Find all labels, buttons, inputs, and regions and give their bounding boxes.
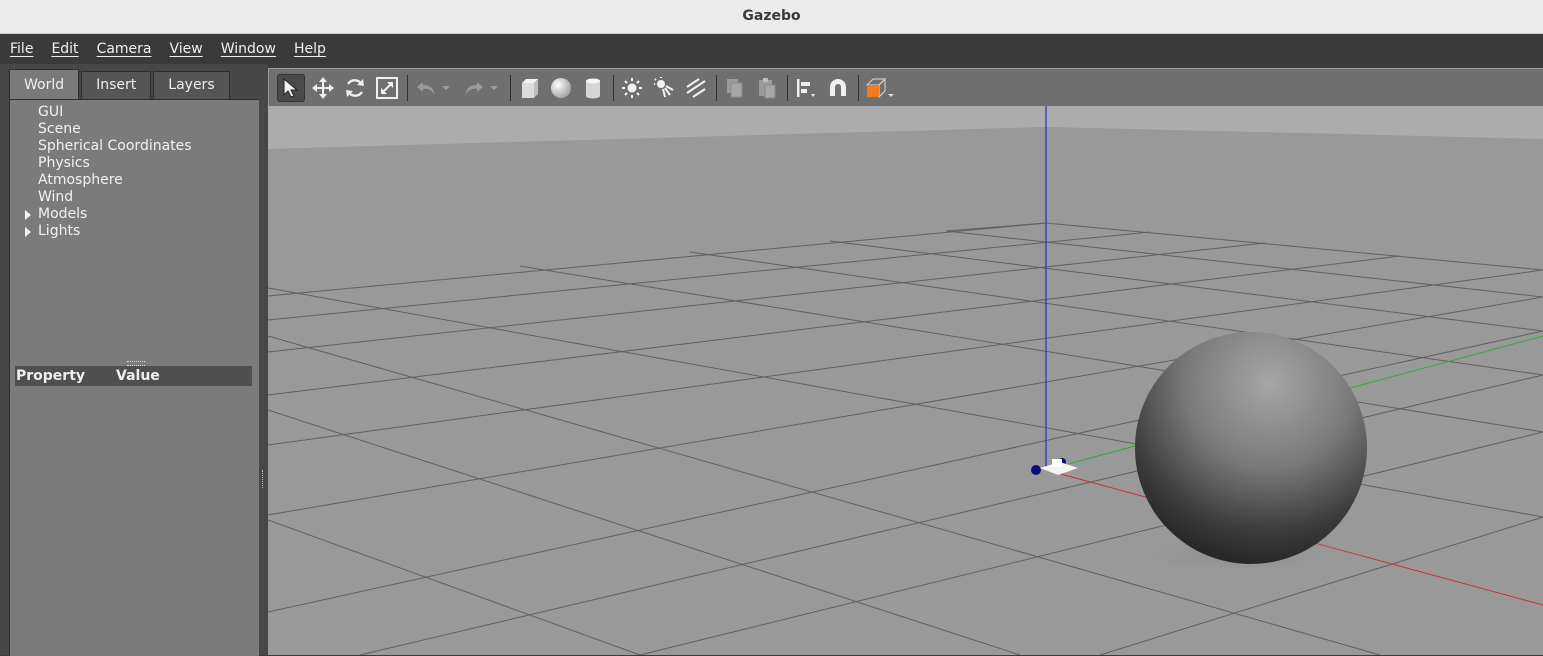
toolbar-separator	[858, 74, 859, 101]
tree-item-models[interactable]: Models	[10, 206, 259, 223]
tab-world[interactable]: World	[9, 69, 80, 100]
sphere-icon	[551, 77, 571, 98]
arrow-pointer-icon	[283, 77, 299, 98]
tree-item-label: Models	[38, 206, 88, 222]
undo-icon	[417, 81, 434, 95]
menu-camera[interactable]: Camera	[87, 36, 160, 62]
tree-item-scene[interactable]: Scene	[10, 121, 259, 138]
point-light-icon	[622, 77, 642, 98]
tree-item-label: Atmosphere	[38, 172, 123, 188]
toolbar-separator	[716, 74, 717, 101]
box-shape-button[interactable]	[515, 74, 543, 102]
point-light-button[interactable]	[618, 74, 646, 102]
tree-item-label: Spherical Coordinates	[38, 138, 192, 154]
toolbar-separator	[613, 74, 614, 101]
tree-item-spherical-coordinates[interactable]: Spherical Coordinates	[10, 138, 259, 155]
undo-history-dropdown[interactable]	[442, 85, 450, 90]
window-title: Gazebo	[742, 8, 801, 24]
toolbar-separator	[787, 74, 788, 101]
directional-light-button[interactable]	[682, 74, 710, 102]
scale-mode-button[interactable]	[373, 74, 401, 102]
menu-file[interactable]: File	[0, 36, 41, 62]
menu-edit[interactable]: Edit	[41, 36, 86, 62]
expand-arrow-icon[interactable]	[25, 227, 31, 237]
translate-mode-button[interactable]	[309, 74, 337, 102]
world-panel: GUI Scene Spherical Coordinates Physics …	[9, 99, 260, 656]
copy-icon	[727, 78, 743, 97]
tree-item-label: GUI	[38, 104, 64, 120]
unit-sphere-model[interactable]	[1135, 332, 1367, 564]
menu-window[interactable]: Window	[211, 36, 284, 62]
tree-item-lights[interactable]: Lights	[10, 223, 259, 240]
select-mode-button[interactable]	[277, 73, 305, 102]
splitter-grip-icon	[262, 470, 266, 488]
scene-3d-render	[268, 106, 1543, 655]
tree-item-label: Physics	[38, 155, 90, 171]
value-column-header: Value	[116, 368, 160, 384]
box-icon	[522, 78, 538, 98]
tab-insert[interactable]: Insert	[81, 71, 152, 99]
toolbar-separator	[510, 74, 511, 101]
spot-light-icon	[654, 76, 674, 97]
tree-item-wind[interactable]: Wind	[10, 189, 259, 206]
menu-view[interactable]: View	[160, 36, 211, 62]
undo-button[interactable]	[412, 74, 440, 102]
world-tree: GUI Scene Spherical Coordinates Physics …	[10, 104, 259, 240]
cylinder-icon	[586, 78, 600, 98]
menu-bar: File Edit Camera View Window Help	[0, 34, 1543, 64]
align-button[interactable]	[792, 74, 820, 102]
left-panel: World Insert Layers GUI Scene Spherical …	[0, 64, 265, 656]
tree-item-physics[interactable]: Physics	[10, 155, 259, 172]
menu-help[interactable]: Help	[284, 36, 334, 62]
toolbar-separator	[407, 74, 408, 101]
paste-button[interactable]	[753, 74, 781, 102]
view-angle-button[interactable]	[863, 74, 897, 102]
magnet-icon	[830, 78, 846, 96]
tab-layers[interactable]: Layers	[153, 71, 230, 99]
tree-item-gui[interactable]: GUI	[10, 104, 259, 121]
tree-item-label: Wind	[38, 189, 74, 205]
property-column-header: Property	[16, 368, 86, 384]
align-icon	[797, 78, 815, 97]
paste-icon	[759, 77, 776, 98]
scene-viewport[interactable]	[268, 106, 1543, 655]
snap-button[interactable]	[824, 74, 852, 102]
tree-item-label: Scene	[38, 121, 81, 137]
title-bar: Gazebo	[0, 0, 1543, 34]
tree-item-atmosphere[interactable]: Atmosphere	[10, 172, 259, 189]
spot-light-button[interactable]	[650, 74, 678, 102]
copy-button[interactable]	[721, 74, 749, 102]
redo-button[interactable]	[460, 74, 488, 102]
redo-history-dropdown[interactable]	[490, 85, 498, 90]
rotate-mode-button[interactable]	[341, 74, 369, 102]
view-cube-icon	[865, 77, 894, 98]
vertical-splitter[interactable]	[259, 64, 268, 655]
move-arrows-icon	[312, 76, 334, 99]
panel-tabs: World Insert Layers	[9, 69, 232, 101]
sphere-shape-button[interactable]	[547, 74, 575, 102]
tree-item-label: Lights	[38, 223, 81, 239]
toolbar	[268, 68, 1543, 106]
property-table-header: Property Value	[15, 366, 252, 386]
rotate-icon	[346, 78, 364, 97]
expand-arrow-icon[interactable]	[25, 210, 31, 220]
directional-light-icon	[686, 77, 706, 98]
scale-icon	[376, 76, 398, 99]
cylinder-shape-button[interactable]	[579, 74, 607, 102]
redo-icon	[466, 81, 483, 95]
